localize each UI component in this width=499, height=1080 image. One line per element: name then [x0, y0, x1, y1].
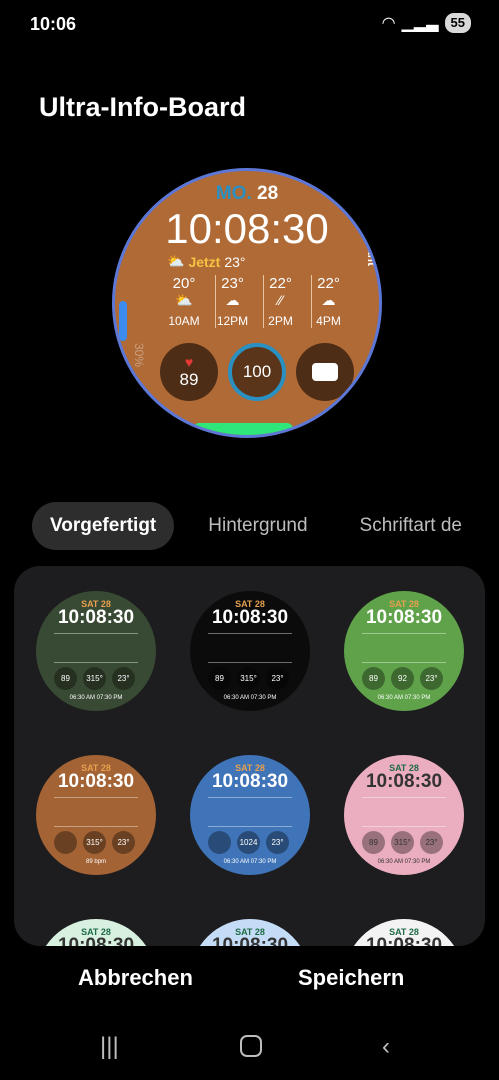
assistant-label: Assistant [365, 211, 379, 266]
wifi-icon: ◠ [381, 15, 396, 32]
tile-graph [362, 797, 446, 827]
current-weather: ⛅ Jetzt 23° [167, 253, 246, 270]
heart-icon: ♥ [184, 354, 194, 370]
rain-icon: ⁄⁄ [278, 292, 283, 308]
preset-tile[interactable]: SAT 28 10:08:30 [36, 919, 156, 946]
battery-indicator: 55 [444, 13, 471, 33]
forecast-hour: 22° ☁ 4PM [311, 275, 345, 328]
tile-complications: 89 92 23° [362, 667, 443, 690]
tile-complications: 89 315° 23° [54, 667, 135, 690]
cloud-icon: ☁ [225, 292, 240, 308]
tile-graph [208, 633, 292, 663]
preset-tile[interactable]: SAT 28 10:08:30 [344, 919, 464, 946]
navigation-bar: ||| ‹ [0, 1025, 499, 1065]
status-icons: ◠ ▁▂▃ 55 [382, 13, 471, 33]
back-icon[interactable]: ‹ [382, 1033, 390, 1061]
tab-hintergrund[interactable]: Hintergrund [190, 502, 325, 550]
preset-tile[interactable]: SAT 28 10:08:30 89 315° 23° 06:30 AM 07:… [36, 591, 156, 711]
forecast-hour: 23° ☁ 12PM [215, 275, 249, 328]
save-button[interactable]: Speichern [298, 965, 404, 991]
preset-tile[interactable]: SAT 28 10:08:30 315° 23° 89 bpm [36, 755, 156, 875]
preset-gallery: SAT 28 10:08:30 89 315° 23° 06:30 AM 07:… [14, 566, 485, 946]
preset-tile[interactable]: SAT 28 10:08:30 [190, 919, 310, 946]
tile-complications: 89 315° 23° [362, 831, 443, 854]
wallet-complication[interactable] [296, 343, 354, 401]
steps-complication[interactable]: 100 [228, 343, 286, 401]
status-bar: 10:06 ◠ ▁▂▃ 55 [0, 0, 499, 50]
recent-apps-icon[interactable]: ||| [100, 1033, 119, 1061]
watch-face-preview[interactable]: MO. 28 10:08:30 ⛅ Jetzt 23° 20° ⛅ 10AM 2… [112, 168, 382, 438]
signal-icon: ▁▂▃ [401, 15, 439, 32]
tab-vorgefertigt[interactable]: Vorgefertigt [32, 502, 175, 550]
forecast-hour: 22° ⁄⁄ 2PM [263, 275, 297, 328]
preset-tile[interactable]: SAT 28 10:08:30 89 315° 23° 06:30 AM 07:… [190, 591, 310, 711]
heart-rate-complication[interactable]: ♥ 89 [160, 343, 218, 401]
tile-complications: 315° 23° [54, 831, 135, 854]
tile-graph [54, 633, 138, 663]
customize-tabs: Vorgefertigt Hintergrund Schriftart de [32, 502, 480, 550]
tab-schriftart[interactable]: Schriftart de [342, 502, 480, 550]
partly-cloudy-icon: ⛅ [175, 292, 193, 308]
page-title: Ultra-Info-Board [39, 92, 246, 122]
forecast-hour: 20° ⛅ 10AM [168, 275, 200, 328]
wallet-icon [312, 363, 338, 381]
complications: ♥ 89 100 [160, 343, 354, 401]
tile-graph [208, 797, 292, 827]
tile-complications: 89 315° 23° [208, 667, 289, 690]
face-date: MO. 28 [215, 183, 279, 204]
preset-tile[interactable]: SAT 28 10:08:30 1024 23° 06:30 AM 07:30 … [190, 755, 310, 875]
preset-tile[interactable]: SAT 28 10:08:30 89 92 23° 06:30 AM 07:30… [344, 591, 464, 711]
preset-tile[interactable]: SAT 28 10:08:30 89 315° 23° 06:30 AM 07:… [344, 755, 464, 875]
face-time: 10:08:30 [165, 205, 329, 252]
partly-cloudy-icon: ⛅ [167, 253, 185, 269]
status-time: 10:06 [30, 14, 77, 34]
cloud-icon: ☁ [321, 292, 336, 308]
tile-graph [54, 797, 138, 827]
tile-graph [362, 633, 446, 663]
cancel-button[interactable]: Abbrechen [78, 965, 193, 991]
preset-grid: SAT 28 10:08:30 89 315° 23° 06:30 AM 07:… [36, 591, 464, 946]
hourly-forecast: 20° ⛅ 10AM 23° ☁ 12PM 22° ⁄⁄ 2PM 22° ☁ 4… [167, 275, 345, 328]
home-icon[interactable] [240, 1035, 262, 1057]
battery-percent: 30% [132, 342, 147, 368]
tile-complications: 1024 23° [208, 831, 289, 854]
battery-arc [119, 301, 127, 341]
activity-arc [193, 423, 293, 435]
